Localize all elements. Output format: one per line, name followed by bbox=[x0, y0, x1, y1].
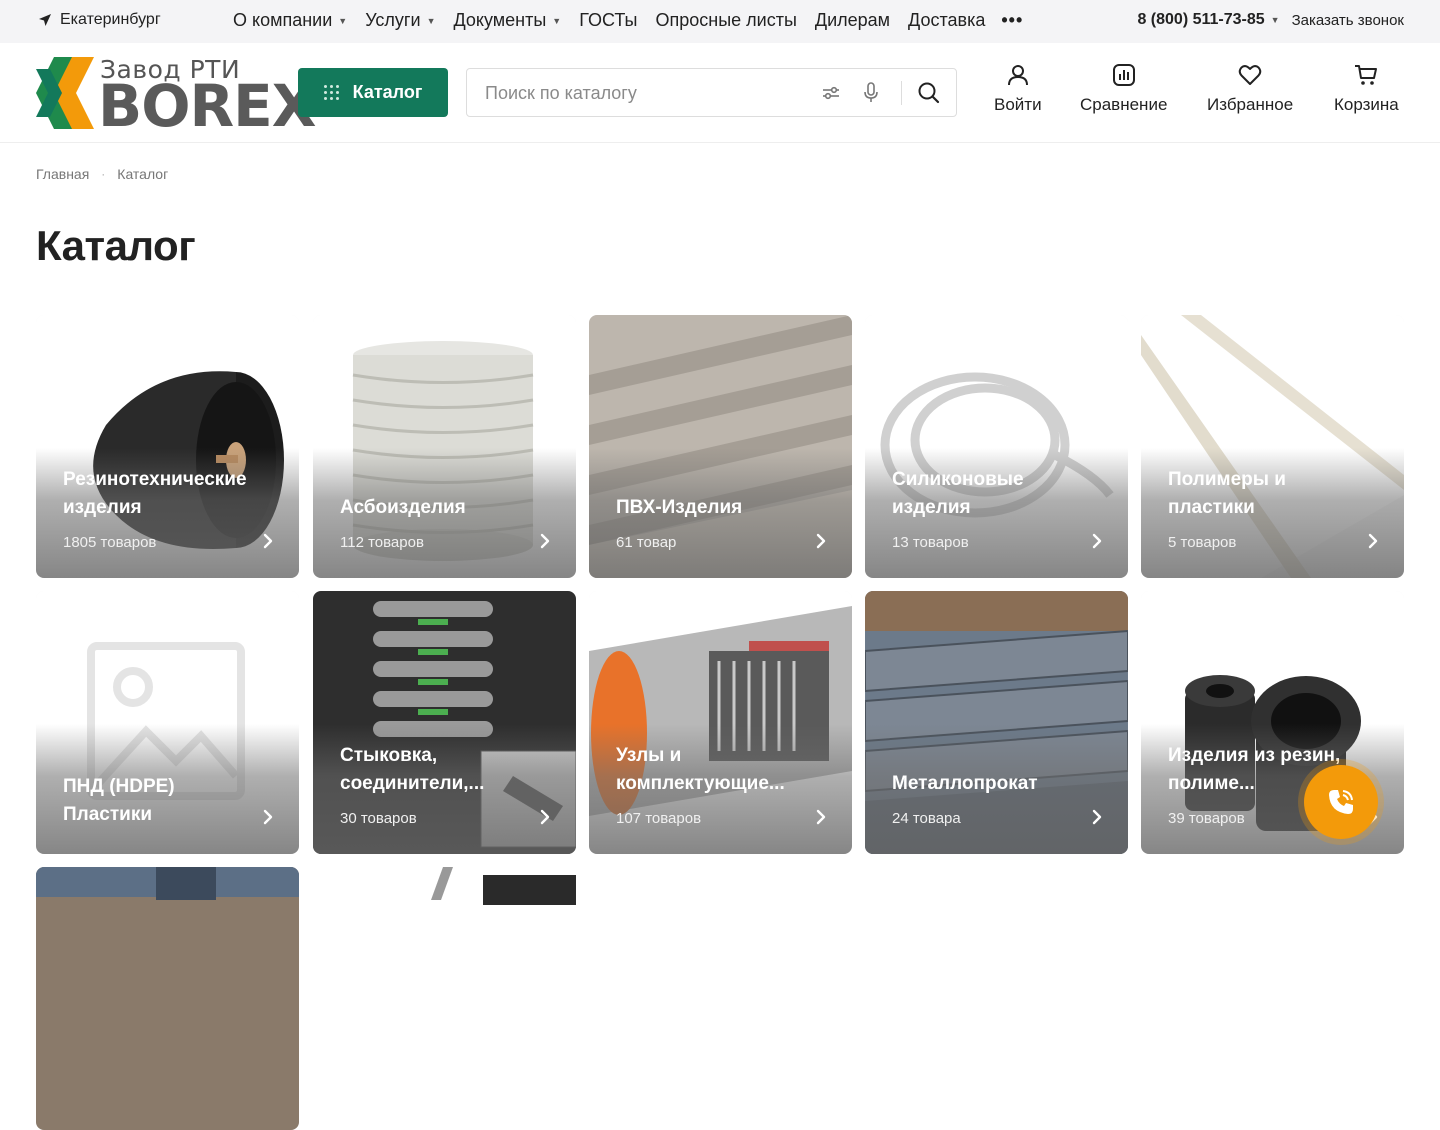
callback-link[interactable]: Заказать звонок bbox=[1292, 12, 1404, 29]
category-title: ПНД (HDPE) Пластики bbox=[63, 776, 175, 825]
category-count: 5 товаров bbox=[1168, 534, 1237, 551]
chevron-right-icon bbox=[540, 809, 550, 825]
call-fab-button[interactable] bbox=[1304, 765, 1378, 839]
category-card-row3-2[interactable] bbox=[313, 867, 576, 1130]
nav-about[interactable]: О компании ▼ bbox=[233, 10, 347, 31]
chevron-right-icon bbox=[816, 809, 826, 825]
city-selector[interactable]: Екатеринбург bbox=[38, 11, 161, 29]
city-label: Екатеринбург bbox=[60, 11, 161, 28]
chevron-right-icon bbox=[1368, 533, 1378, 549]
category-card-pvc[interactable]: ПВХ-Изделия 61 товар bbox=[589, 315, 852, 578]
category-count: 107 товаров bbox=[616, 810, 702, 827]
nav-services-label: Услуги bbox=[365, 10, 421, 30]
category-image bbox=[36, 867, 299, 1130]
caret-down-icon: ▼ bbox=[338, 15, 348, 26]
compare-label: Сравнение bbox=[1080, 95, 1168, 114]
chevron-right-icon bbox=[540, 533, 550, 549]
nav-documents-label: Документы bbox=[453, 10, 547, 30]
breadcrumb-separator: · bbox=[101, 167, 106, 181]
caret-down-icon: ▼ bbox=[552, 15, 562, 26]
category-count: 24 товара bbox=[892, 810, 961, 827]
category-card-asbestos[interactable]: Асбоизделия 112 товаров bbox=[313, 315, 576, 578]
compare-chart-icon bbox=[1112, 64, 1135, 86]
login-link[interactable]: Войти bbox=[994, 63, 1042, 115]
logo[interactable]: Завод РТИ BOREX bbox=[36, 55, 317, 135]
category-title: Полимеры и пластики bbox=[1168, 469, 1286, 518]
more-icon[interactable]: ••• bbox=[1001, 10, 1023, 31]
favorites-link[interactable]: Избранное bbox=[1207, 63, 1293, 115]
cart-icon bbox=[1355, 65, 1378, 85]
nav-services[interactable]: Услуги ▼ bbox=[365, 10, 435, 31]
category-title: Стыковка, соединители,... bbox=[340, 745, 485, 794]
microphone-icon[interactable] bbox=[863, 82, 879, 104]
caret-down-icon: ▼ bbox=[426, 15, 436, 26]
category-card-polymers[interactable]: Полимеры и пластики 5 товаров bbox=[1141, 315, 1404, 578]
catalog-button-label: Каталог bbox=[352, 82, 423, 102]
heart-icon bbox=[1238, 65, 1262, 85]
category-title: Металлопрокат bbox=[892, 773, 1038, 794]
location-arrow-icon bbox=[39, 14, 51, 26]
phone-number[interactable]: 8 (800) 511-73-85 bbox=[1137, 11, 1264, 29]
phone-block: 8 (800) 511-73-85 ▼ Заказать звонок bbox=[1137, 11, 1404, 29]
chevron-right-icon bbox=[816, 533, 826, 549]
caret-down-icon[interactable]: ▼ bbox=[1271, 15, 1280, 25]
page-title: Каталог bbox=[36, 222, 196, 269]
category-count: 13 товаров bbox=[892, 534, 969, 551]
category-count: 39 товаров bbox=[1168, 810, 1245, 827]
phone-icon bbox=[1329, 790, 1353, 814]
category-card-connectors[interactable]: Стыковка, соединители,... 30 товаров bbox=[313, 591, 576, 854]
nav-delivery-label: Доставка bbox=[908, 10, 986, 30]
grid-icon bbox=[323, 85, 339, 100]
chevron-right-icon bbox=[263, 809, 273, 825]
breadcrumb-current: Каталог bbox=[117, 166, 169, 182]
top-nav: О компании ▼ Услуги ▼ Документы ▼ ГОСТы Опр… bbox=[233, 10, 1041, 31]
nav-dealers-label: Дилерам bbox=[814, 10, 891, 30]
category-count: 1805 товаров bbox=[63, 534, 157, 551]
nav-delivery[interactable]: Доставка bbox=[908, 10, 985, 31]
chevron-right-icon bbox=[1092, 533, 1102, 549]
nav-gosts[interactable]: ГОСТы bbox=[579, 10, 637, 31]
chevron-right-icon bbox=[263, 533, 273, 549]
category-card-silicone[interactable]: Силиконовые изделия 13 товаров bbox=[865, 315, 1128, 578]
nav-questionnaires[interactable]: Опросные листы bbox=[655, 10, 796, 31]
breadcrumb-home[interactable]: Главная bbox=[36, 166, 89, 182]
category-card-rubber[interactable]: Резинотехнические изделия 1805 товаров bbox=[36, 315, 299, 578]
category-title: Асбоизделия bbox=[340, 497, 466, 518]
cart-link[interactable]: Корзина bbox=[1334, 63, 1399, 115]
category-image bbox=[313, 867, 576, 1130]
category-title: Узлы и комплектующие... bbox=[616, 745, 785, 794]
breadcrumb: Главная · Каталог bbox=[36, 166, 168, 182]
nav-questionnaires-label: Опросные листы bbox=[655, 10, 797, 30]
nav-dealers[interactable]: Дилерам bbox=[815, 10, 890, 31]
nav-gosts-label: ГОСТы bbox=[579, 10, 638, 30]
cart-label: Корзина bbox=[1334, 95, 1399, 114]
category-count: 112 товаров bbox=[340, 534, 424, 551]
user-icon bbox=[1007, 65, 1028, 86]
logo-wordmark: BOREX bbox=[98, 72, 317, 140]
category-count: 30 товаров bbox=[340, 810, 417, 827]
search-divider bbox=[901, 81, 902, 105]
category-card-metal[interactable]: Металлопрокат 24 товара bbox=[865, 591, 1128, 854]
search-input[interactable] bbox=[485, 81, 805, 105]
filter-sliders-icon[interactable] bbox=[821, 82, 841, 104]
logo-mark-icon bbox=[36, 57, 94, 129]
nav-documents[interactable]: Документы ▼ bbox=[453, 10, 561, 31]
search-box bbox=[466, 68, 957, 117]
compare-link[interactable]: Сравнение bbox=[1080, 63, 1167, 115]
category-title: Силиконовые изделия bbox=[892, 469, 1024, 518]
top-bar: Екатеринбург О компании ▼ Услуги ▼ Докумен… bbox=[0, 0, 1440, 43]
category-count: 61 товар bbox=[616, 534, 677, 551]
header: Завод РТИ BOREX Каталог Войти bbox=[0, 43, 1440, 143]
catalog-button[interactable]: Каталог bbox=[298, 68, 448, 117]
nav-about-label: О компании bbox=[233, 10, 333, 30]
search-icon[interactable] bbox=[917, 81, 941, 105]
chevron-right-icon bbox=[1092, 809, 1102, 825]
category-title: ПВХ-Изделия bbox=[616, 497, 743, 518]
login-label: Войти bbox=[994, 95, 1042, 114]
category-title: Резинотехнические изделия bbox=[63, 469, 247, 518]
favorites-label: Избранное bbox=[1207, 95, 1294, 114]
category-card-hdpe[interactable]: ПНД (HDPE) Пластики bbox=[36, 591, 299, 854]
category-card-components[interactable]: Узлы и комплектующие... 107 товаров bbox=[589, 591, 852, 854]
category-card-row3-1[interactable] bbox=[36, 867, 299, 1130]
